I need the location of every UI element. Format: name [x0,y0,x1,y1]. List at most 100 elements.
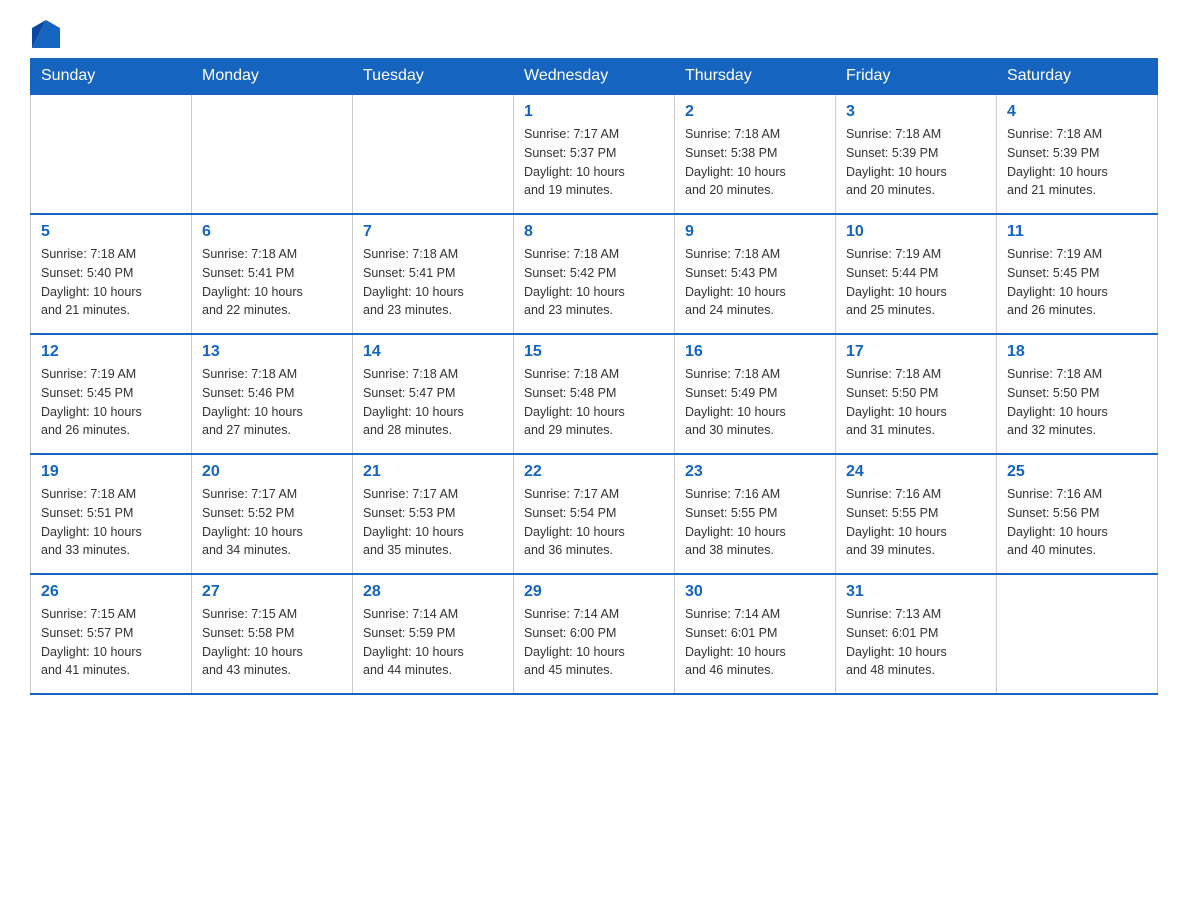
calendar-day-20: 20 Sunrise: 7:17 AM Sunset: 5:52 PM Dayli… [192,454,353,574]
calendar-header-friday: Friday [836,59,997,95]
calendar-day-26: 26 Sunrise: 7:15 AM Sunset: 5:57 PM Dayli… [31,574,192,694]
day-number: 24 [846,463,986,481]
day-number: 14 [363,343,503,361]
calendar-day-3: 3Sunrise: 7:18 AM Sunset: 5:39 PM Daylig… [836,94,997,214]
day-number: 1 [524,103,664,121]
calendar-day-21: 21 Sunrise: 7:17 AM Sunset: 5:53 PM Dayli… [353,454,514,574]
calendar-day-12: 12Sunrise: 7:19 AM Sunset: 5:45 PM Dayli… [31,334,192,454]
calendar-day-24: 24 Sunrise: 7:16 AM Sunset: 5:55 PM Dayli… [836,454,997,574]
calendar-day-8: 8 Sunrise: 7:18 AM Sunset: 5:42 PM Daylig… [514,214,675,334]
day-info: Sunrise: 7:16 AM Sunset: 5:55 PM Dayligh… [685,485,825,560]
calendar-day-22: 22 Sunrise: 7:17 AM Sunset: 5:54 PM Dayli… [514,454,675,574]
calendar-header-monday: Monday [192,59,353,95]
day-info: Sunrise: 7:14 AM Sunset: 5:59 PM Dayligh… [363,605,503,680]
calendar-day-11: 11Sunrise: 7:19 AM Sunset: 5:45 PM Dayli… [997,214,1158,334]
calendar-day-5: 5 Sunrise: 7:18 AM Sunset: 5:40 PM Daylig… [31,214,192,334]
day-number: 23 [685,463,825,481]
calendar-day-25: 25Sunrise: 7:16 AM Sunset: 5:56 PM Dayli… [997,454,1158,574]
day-number: 5 [41,223,181,241]
day-info: Sunrise: 7:18 AM Sunset: 5:42 PM Dayligh… [524,245,664,320]
page-header [30,20,1158,48]
logo-icon [32,20,60,48]
calendar-day-29: 29 Sunrise: 7:14 AM Sunset: 6:00 PM Dayli… [514,574,675,694]
day-info: Sunrise: 7:18 AM Sunset: 5:41 PM Dayligh… [363,245,503,320]
day-number: 8 [524,223,664,241]
calendar-week-row: 1 Sunrise: 7:17 AM Sunset: 5:37 PM Daylig… [31,94,1158,214]
day-number: 27 [202,583,342,601]
day-number: 6 [202,223,342,241]
calendar-week-row: 5 Sunrise: 7:18 AM Sunset: 5:40 PM Daylig… [31,214,1158,334]
day-number: 4 [1007,103,1147,121]
calendar-day-7: 7 Sunrise: 7:18 AM Sunset: 5:41 PM Daylig… [353,214,514,334]
calendar-week-row: 19 Sunrise: 7:18 AM Sunset: 5:51 PM Dayli… [31,454,1158,574]
day-number: 29 [524,583,664,601]
day-number: 9 [685,223,825,241]
day-number: 21 [363,463,503,481]
day-info: Sunrise: 7:17 AM Sunset: 5:53 PM Dayligh… [363,485,503,560]
day-number: 16 [685,343,825,361]
calendar-empty-cell [997,574,1158,694]
day-info: Sunrise: 7:19 AM Sunset: 5:45 PM Dayligh… [1007,245,1147,320]
day-info: Sunrise: 7:16 AM Sunset: 5:55 PM Dayligh… [846,485,986,560]
day-info: Sunrise: 7:14 AM Sunset: 6:01 PM Dayligh… [685,605,825,680]
calendar-day-23: 23 Sunrise: 7:16 AM Sunset: 5:55 PM Dayli… [675,454,836,574]
day-number: 18 [1007,343,1147,361]
calendar-day-1: 1 Sunrise: 7:17 AM Sunset: 5:37 PM Daylig… [514,94,675,214]
day-number: 20 [202,463,342,481]
calendar-header-row: SundayMondayTuesdayWednesdayThursdayFrid… [31,59,1158,95]
day-info: Sunrise: 7:15 AM Sunset: 5:57 PM Dayligh… [41,605,181,680]
day-number: 31 [846,583,986,601]
calendar-week-row: 26 Sunrise: 7:15 AM Sunset: 5:57 PM Dayli… [31,574,1158,694]
day-info: Sunrise: 7:18 AM Sunset: 5:39 PM Dayligh… [1007,125,1147,200]
day-number: 7 [363,223,503,241]
day-number: 30 [685,583,825,601]
day-info: Sunrise: 7:18 AM Sunset: 5:40 PM Dayligh… [41,245,181,320]
day-number: 19 [41,463,181,481]
day-info: Sunrise: 7:18 AM Sunset: 5:38 PM Dayligh… [685,125,825,200]
calendar-empty-cell [353,94,514,214]
day-number: 28 [363,583,503,601]
calendar-table: SundayMondayTuesdayWednesdayThursdayFrid… [30,58,1158,695]
day-number: 12 [41,343,181,361]
day-info: Sunrise: 7:15 AM Sunset: 5:58 PM Dayligh… [202,605,342,680]
calendar-day-10: 10Sunrise: 7:19 AM Sunset: 5:44 PM Dayli… [836,214,997,334]
calendar-day-14: 14 Sunrise: 7:18 AM Sunset: 5:47 PM Dayli… [353,334,514,454]
day-info: Sunrise: 7:14 AM Sunset: 6:00 PM Dayligh… [524,605,664,680]
day-number: 17 [846,343,986,361]
calendar-header-tuesday: Tuesday [353,59,514,95]
day-info: Sunrise: 7:17 AM Sunset: 5:54 PM Dayligh… [524,485,664,560]
day-number: 26 [41,583,181,601]
day-info: Sunrise: 7:18 AM Sunset: 5:50 PM Dayligh… [1007,365,1147,440]
day-info: Sunrise: 7:18 AM Sunset: 5:48 PM Dayligh… [524,365,664,440]
day-info: Sunrise: 7:18 AM Sunset: 5:47 PM Dayligh… [363,365,503,440]
day-info: Sunrise: 7:18 AM Sunset: 5:41 PM Dayligh… [202,245,342,320]
day-info: Sunrise: 7:17 AM Sunset: 5:52 PM Dayligh… [202,485,342,560]
day-info: Sunrise: 7:19 AM Sunset: 5:44 PM Dayligh… [846,245,986,320]
calendar-week-row: 12Sunrise: 7:19 AM Sunset: 5:45 PM Dayli… [31,334,1158,454]
day-number: 25 [1007,463,1147,481]
day-info: Sunrise: 7:18 AM Sunset: 5:43 PM Dayligh… [685,245,825,320]
day-info: Sunrise: 7:13 AM Sunset: 6:01 PM Dayligh… [846,605,986,680]
calendar-day-2: 2 Sunrise: 7:18 AM Sunset: 5:38 PM Daylig… [675,94,836,214]
calendar-header-thursday: Thursday [675,59,836,95]
day-info: Sunrise: 7:18 AM Sunset: 5:39 PM Dayligh… [846,125,986,200]
calendar-day-18: 18 Sunrise: 7:18 AM Sunset: 5:50 PM Dayli… [997,334,1158,454]
day-number: 22 [524,463,664,481]
calendar-day-6: 6 Sunrise: 7:18 AM Sunset: 5:41 PM Daylig… [192,214,353,334]
day-info: Sunrise: 7:18 AM Sunset: 5:50 PM Dayligh… [846,365,986,440]
calendar-header-sunday: Sunday [31,59,192,95]
calendar-day-4: 4 Sunrise: 7:18 AM Sunset: 5:39 PM Daylig… [997,94,1158,214]
calendar-day-28: 28 Sunrise: 7:14 AM Sunset: 5:59 PM Dayli… [353,574,514,694]
calendar-empty-cell [31,94,192,214]
day-number: 2 [685,103,825,121]
calendar-day-19: 19 Sunrise: 7:18 AM Sunset: 5:51 PM Dayli… [31,454,192,574]
calendar-day-13: 13Sunrise: 7:18 AM Sunset: 5:46 PM Dayli… [192,334,353,454]
calendar-day-15: 15 Sunrise: 7:18 AM Sunset: 5:48 PM Dayli… [514,334,675,454]
day-info: Sunrise: 7:17 AM Sunset: 5:37 PM Dayligh… [524,125,664,200]
logo [30,20,60,48]
day-number: 15 [524,343,664,361]
calendar-empty-cell [192,94,353,214]
day-info: Sunrise: 7:18 AM Sunset: 5:51 PM Dayligh… [41,485,181,560]
calendar-day-9: 9 Sunrise: 7:18 AM Sunset: 5:43 PM Daylig… [675,214,836,334]
calendar-day-27: 27 Sunrise: 7:15 AM Sunset: 5:58 PM Dayli… [192,574,353,694]
